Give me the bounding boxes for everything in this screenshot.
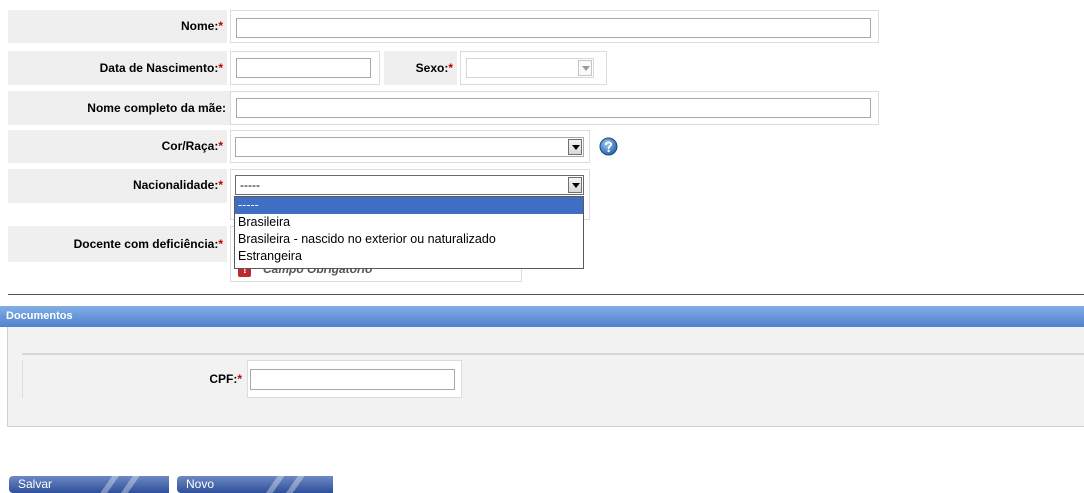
nome-mae-label: Nome completo da mãe: [8,91,230,125]
dropdown-option[interactable]: ----- [235,197,583,214]
sexo-select[interactable] [466,58,594,78]
cpf-input[interactable] [250,369,455,390]
cor-raca-label: Cor/Raça:* [8,130,227,163]
nome-input[interactable] [236,18,871,38]
nome-label: Nome:* [8,10,227,43]
docente-deficiencia-label: Docente com deficiência:* [8,226,227,262]
divider [8,294,1084,295]
dropdown-option[interactable]: Brasileira [235,214,583,231]
nacionalidade-select[interactable]: ----- [235,175,584,195]
documentos-section-header: Documentos [0,306,1084,327]
cor-raca-select[interactable] [235,137,584,157]
chevron-down-icon [568,139,582,155]
help-icon[interactable] [599,137,618,156]
nacionalidade-dropdown: ----- Brasileira Brasileira - nascido no… [234,196,584,269]
chevron-down-icon [578,60,592,76]
nacionalidade-label: Nacionalidade:* [8,169,227,203]
cpf-label: CPF:* [22,360,246,398]
documentos-inner-line [22,353,1084,355]
sexo-label: Sexo:* [384,51,457,85]
chevron-down-icon [568,177,582,193]
dropdown-option[interactable]: Estrangeira [235,248,583,265]
novo-button[interactable]: Novo [177,476,333,493]
dropdown-option[interactable]: Brasileira - nascido no exterior ou natu… [235,231,583,248]
nome-mae-input[interactable] [236,98,871,118]
salvar-button[interactable]: Salvar [9,476,169,493]
data-nascimento-label: Data de Nascimento:* [8,51,227,85]
data-nascimento-input[interactable] [236,58,371,78]
